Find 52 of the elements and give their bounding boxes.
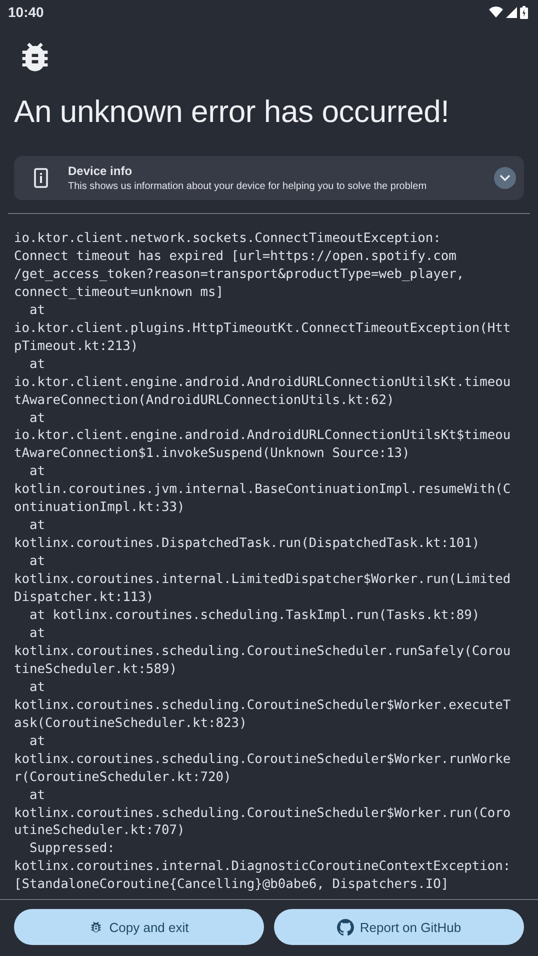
stack-trace-line: at [28, 356, 46, 374]
stack-trace-line: tAwareConnection(AndroidURLConnectionUtils.kt:62) [14, 392, 394, 410]
signal-icon [506, 6, 517, 18]
card-subtitle: This shows us information about your device for helping you to solve the problem [68, 181, 428, 192]
stack-trace-line: Dispatcher.kt:113) [14, 589, 154, 608]
stack-trace-line: Suppressed: [28, 840, 115, 858]
report-button[interactable]: Report on GitHub [274, 909, 524, 945]
stack-trace-line: kotlinx.coroutines.internal.LimitedDispatcher$Worker.run(Limited [14, 571, 511, 590]
stack-trace-line: at [28, 463, 46, 482]
stack-trace-line: ask(CoroutineScheduler.kt:823) [14, 714, 247, 733]
wifi-icon [489, 6, 503, 18]
expand-button[interactable] [494, 167, 516, 189]
stack-trace-line: kotlinx.coroutines.scheduling.CoroutineScheduler.runSafely(Corou [14, 642, 511, 661]
stack-trace-line: connect_timeout=unknown ms] [14, 284, 224, 302]
stack-trace-line: io.ktor.client.engine.android.AndroidURLConnectionUtilsKt.timeou [14, 374, 511, 392]
stack-trace-line: at kotlinx.coroutines.scheduling.TaskImpl.run(Tasks.kt:89) [28, 607, 480, 625]
stack-trace-line: at [28, 517, 46, 536]
stack-trace-line: at [28, 624, 46, 643]
clock: 10:40 [8, 4, 44, 20]
error-title: An unknown error has occurred! [14, 94, 450, 130]
stack-trace-line: io.ktor.client.plugins.HttpTimeoutKt.ConnectTimeoutException(Htt [14, 320, 511, 338]
stack-trace-line: pTimeout.kt:213) [14, 338, 138, 356]
bug-icon [89, 920, 104, 934]
stack-trace-line: at [28, 553, 46, 572]
stack-trace-line: Connect timeout has expired [url=https://open.spotify.com [14, 248, 456, 266]
stack-trace-line: kotlinx.coroutines.DispatchedTask.run(DispatchedTask.kt:101) [14, 535, 480, 554]
stack-trace-line: tAwareConnection$1.invokeSuspend(Unknown Source:13) [14, 445, 410, 464]
stack-trace-line: ontinuationImpl.kt:33) [14, 499, 185, 518]
stack-trace-line: tineScheduler.kt:589) [14, 660, 177, 679]
stack-trace-line: r(CoroutineScheduler.kt:720) [14, 768, 232, 787]
stack-trace-line: at [28, 732, 46, 751]
stack-trace-line: io.ktor.client.network.sockets.ConnectTimeoutException: [14, 230, 441, 248]
stack-trace-line: io.ktor.client.engine.android.AndroidURLConnectionUtilsKt$timeou [14, 427, 511, 446]
github-icon [336, 918, 354, 936]
phone-info-icon [34, 168, 48, 188]
stack-trace-line: kotlinx.coroutines.scheduling.CoroutineScheduler$Worker.run(Coro [14, 804, 511, 822]
stack-trace-line: kotlinx.coroutines.scheduling.CoroutineScheduler$Worker.executeT [14, 696, 511, 715]
device-info-card[interactable]: Device info This shows us information about your device for helping you to solve the problem [14, 156, 524, 200]
stack-trace-line: at [28, 302, 46, 320]
stack-trace-line: /get_access_token?reason=transport&productType=web_player, [14, 266, 464, 284]
stack-trace-line: [StandaloneCoroutine{Cancelling}@b0abe6, Dispatchers.IO] [14, 876, 449, 894]
stack-trace-line: utineScheduler.kt:707) [14, 822, 185, 840]
stack-trace-line: kotlinx.coroutines.scheduling.CoroutineScheduler$Worker.runWorke [14, 750, 511, 769]
stack-trace-line: at [28, 410, 46, 428]
card-title: Device info [68, 164, 134, 178]
stack-trace-line: at [28, 786, 46, 804]
chevron-down-icon [499, 174, 511, 182]
copy-button[interactable]: Copy and exit [14, 909, 264, 945]
battery-icon [520, 6, 528, 18]
stack-trace-line: kotlinx.coroutines.internal.DiagnosticCoroutineContextException: [14, 858, 511, 876]
stack-trace-line: kotlin.coroutines.jvm.internal.BaseContinuationImpl.resumeWith(C [14, 481, 511, 500]
stack-trace-line: at [28, 678, 46, 697]
